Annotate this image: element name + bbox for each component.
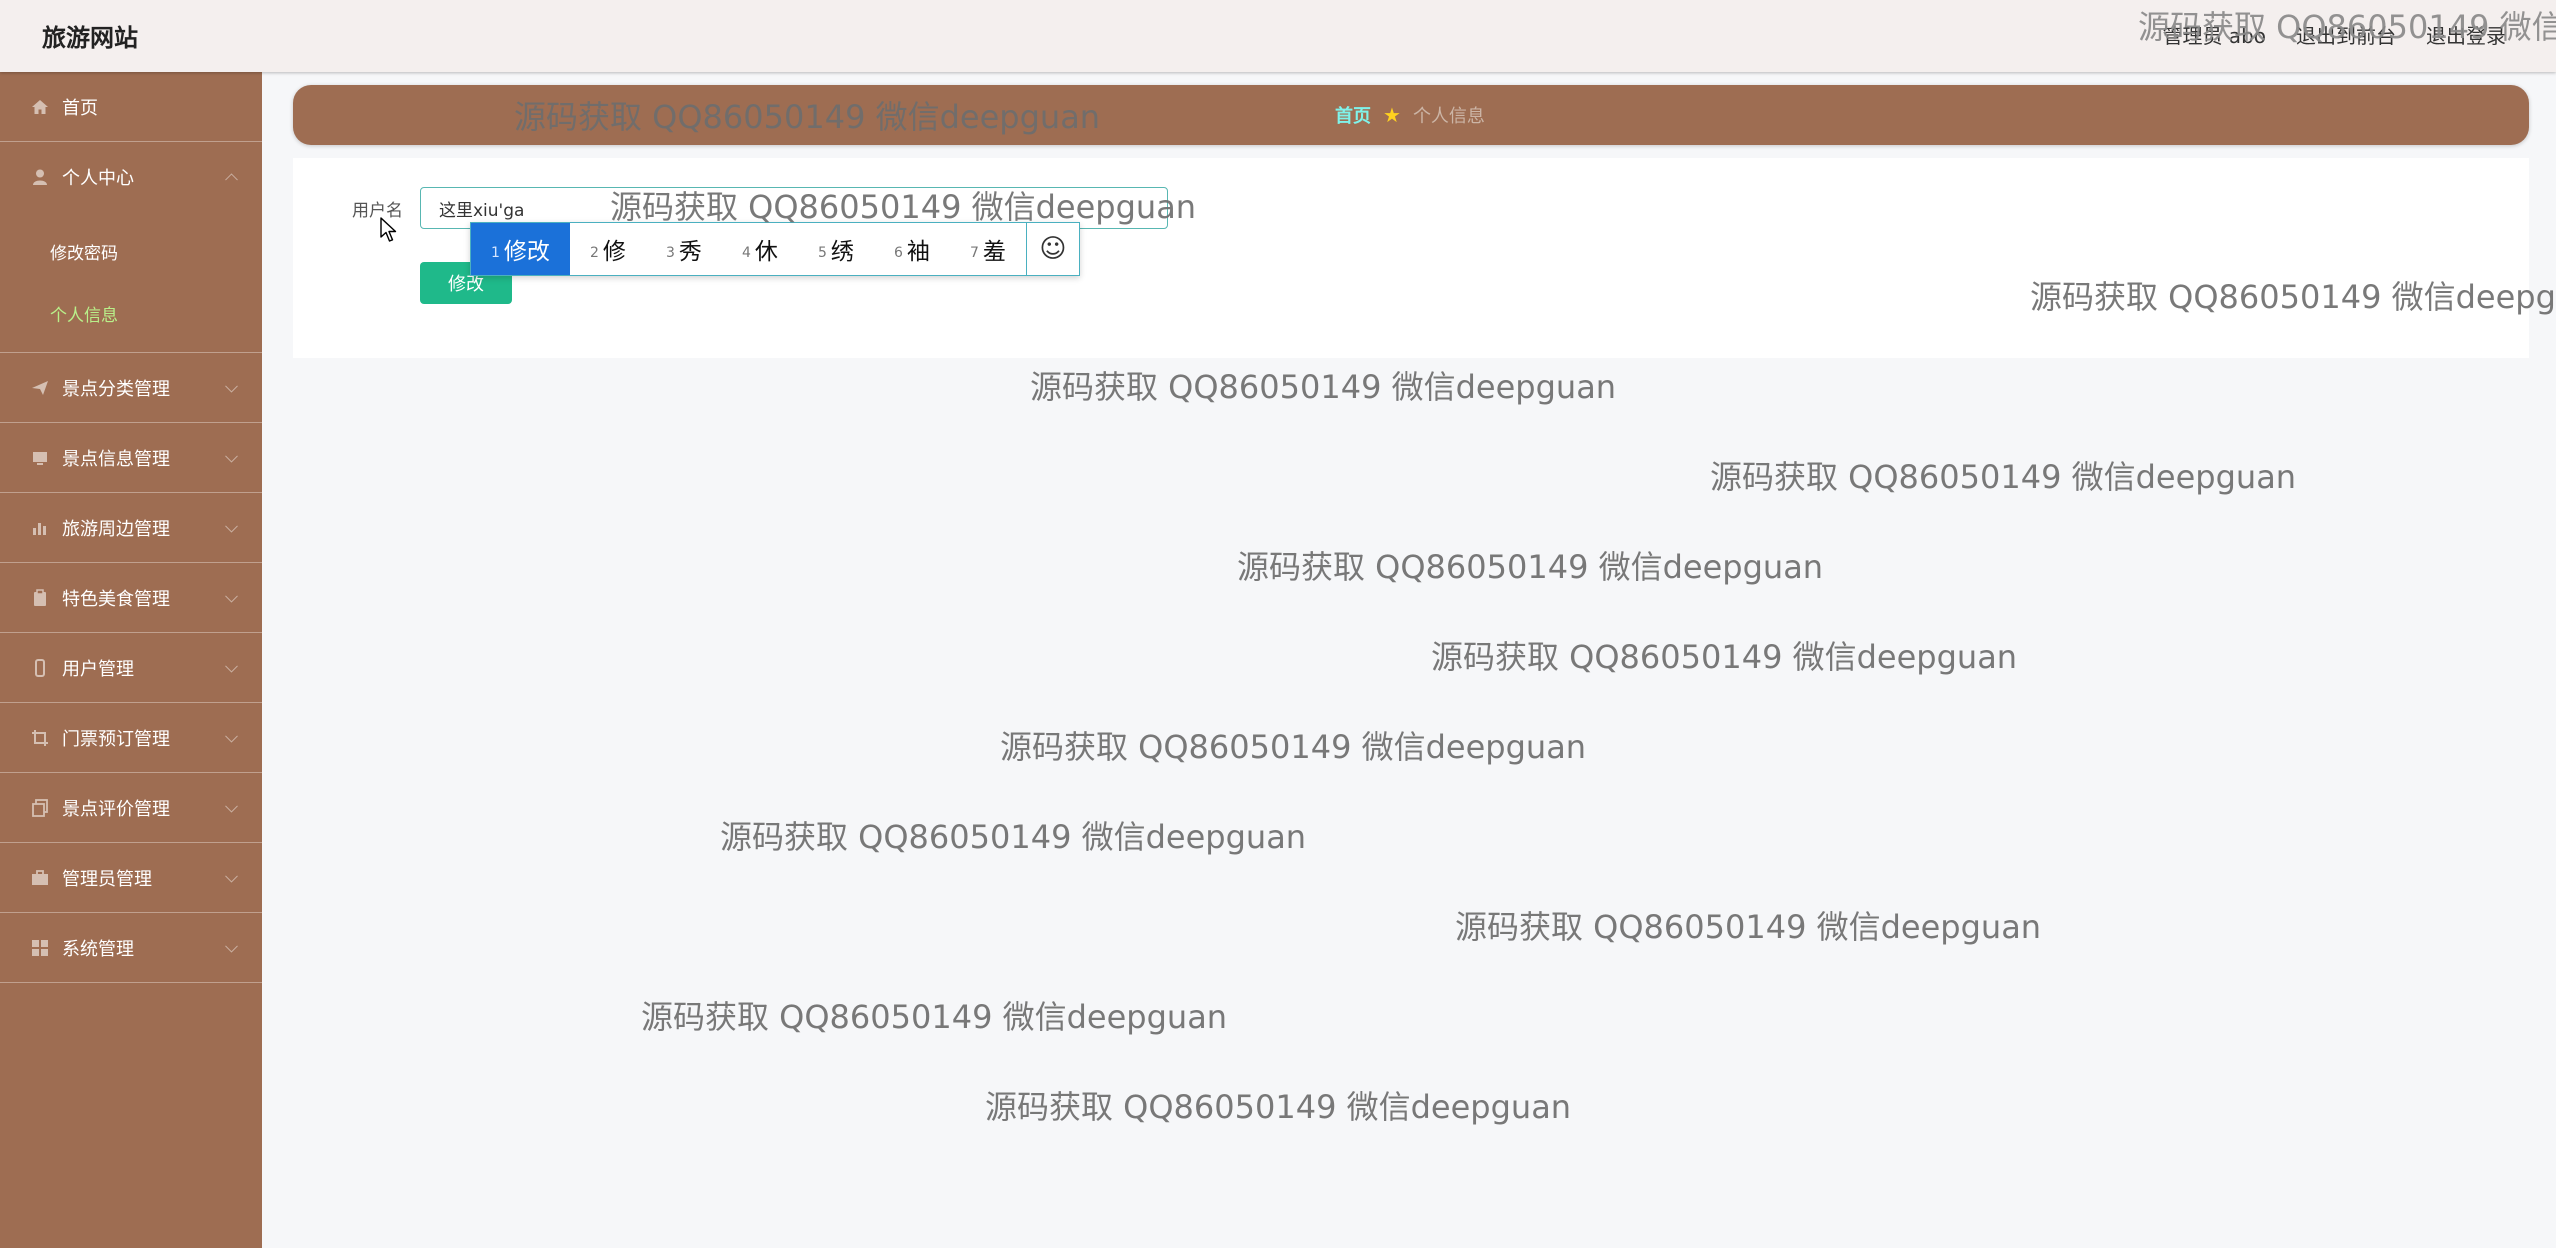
watermark-text: 源码获取 QQ86050149 微信deepguan xyxy=(1455,908,2042,946)
chevron-down-icon xyxy=(225,449,238,463)
chevron-down-icon xyxy=(225,589,238,603)
star-icon: ★ xyxy=(1383,103,1401,127)
ime-candidate[interactable]: 6袖 xyxy=(874,223,950,275)
sidebar-item-label: 景点信息管理 xyxy=(62,448,170,470)
ime-candidate-text: 绣 xyxy=(830,239,854,265)
ime-candidate-text: 修改 xyxy=(503,239,550,265)
sidebar-item-scenic-info[interactable]: 景点信息管理 xyxy=(0,423,262,493)
sidebar-item-special-food[interactable]: 特色美食管理 xyxy=(0,563,262,633)
header-links: 管理员 abo 退出到前台 退出登录 xyxy=(2162,20,2506,49)
breadcrumb-bar: 首页 ★ 个人信息 xyxy=(293,85,2529,145)
breadcrumb-home-link[interactable]: 首页 xyxy=(1335,102,1371,128)
watermark-text: 源码获取 QQ86050149 微信deepguan xyxy=(1710,458,2297,496)
home-icon xyxy=(30,97,50,117)
sidebar-item-label: 旅游周边管理 xyxy=(62,518,170,540)
paper-plane-icon xyxy=(30,378,50,398)
sidebar-item-admin-management[interactable]: 管理员管理 xyxy=(0,843,262,913)
sidebar-item-scenic-category[interactable]: 景点分类管理 xyxy=(0,353,262,423)
chevron-up-icon xyxy=(225,173,238,187)
ime-candidate-index: 4 xyxy=(741,245,751,261)
sidebar-item-system-management[interactable]: 系统管理 xyxy=(0,913,262,983)
ime-candidate-index: 7 xyxy=(969,245,979,261)
to-front-link[interactable]: 退出到前台 xyxy=(2296,20,2396,49)
ime-candidate-popup: 1 修改 2修 3秀 4休 5绣 6袖 7羞 ☺ xyxy=(470,222,1080,276)
chevron-down-icon xyxy=(225,379,238,393)
ime-candidate-index: 3 xyxy=(665,245,675,261)
ime-candidate-text: 羞 xyxy=(982,239,1006,265)
chevron-down-icon xyxy=(225,729,238,743)
logout-link[interactable]: 退出登录 xyxy=(2426,20,2506,49)
user-icon xyxy=(30,167,50,187)
sidebar-item-scenic-review[interactable]: 景点评价管理 xyxy=(0,773,262,843)
ime-candidate-text: 休 xyxy=(754,239,778,265)
chevron-down-icon xyxy=(225,939,238,953)
personal-center-submenu: 修改密码 个人信息 xyxy=(0,212,262,353)
mobile-icon xyxy=(30,658,50,678)
briefcase-icon xyxy=(30,868,50,888)
ime-candidate[interactable]: 4休 xyxy=(722,223,798,275)
grid-icon xyxy=(30,938,50,958)
sidebar-item-change-password[interactable]: 修改密码 xyxy=(0,220,262,282)
watermark-text: 源码获取 QQ86050149 微信deepguan xyxy=(720,818,1307,856)
ime-candidate-text: 袖 xyxy=(906,239,930,265)
sidebar-item-label: 管理员管理 xyxy=(62,868,152,890)
ime-candidate-index: 2 xyxy=(589,245,599,261)
sidebar-item-label: 系统管理 xyxy=(62,938,134,960)
sidebar: 首页 个人中心 修改密码 个人信息 景点分类管理 景点信息管理 旅游周边管理 特… xyxy=(0,72,262,1248)
watermark-text: 源码获取 QQ86050149 微信deepguan xyxy=(1431,638,2018,676)
ime-candidate[interactable]: 3秀 xyxy=(646,223,722,275)
ime-candidate-index: 5 xyxy=(817,245,827,261)
watermark-text: 源码获取 QQ86050149 微信deepguan xyxy=(641,998,1228,1036)
ime-candidate[interactable]: 7羞 xyxy=(950,223,1026,275)
bar-chart-icon xyxy=(30,518,50,538)
top-header: 旅游网站 管理员 abo 退出到前台 退出登录 xyxy=(0,0,2556,72)
sidebar-item-label: 景点分类管理 xyxy=(62,378,170,400)
watermark-text: 源码获取 QQ86050149 微信deepguan xyxy=(1030,368,1617,406)
monitor-icon xyxy=(30,448,50,468)
ime-candidate[interactable]: 5绣 xyxy=(798,223,874,275)
sidebar-item-label: 景点评价管理 xyxy=(62,798,170,820)
chevron-down-icon xyxy=(225,799,238,813)
site-title: 旅游网站 xyxy=(42,24,138,52)
ime-candidate[interactable]: 1 修改 xyxy=(471,223,570,275)
watermark-text: 源码获取 QQ86050149 微信deepguan xyxy=(985,1088,1572,1126)
watermark-text: 源码获取 QQ86050149 微信deepguan xyxy=(1000,728,1587,766)
chevron-down-icon xyxy=(225,869,238,883)
sidebar-item-travel-peripheral[interactable]: 旅游周边管理 xyxy=(0,493,262,563)
ime-candidate-text: 秀 xyxy=(678,239,702,265)
sidebar-item-home[interactable]: 首页 xyxy=(0,72,262,142)
sidebar-item-label: 门票预订管理 xyxy=(62,728,170,750)
copy-icon xyxy=(30,798,50,818)
ime-candidate-text: 修 xyxy=(602,239,626,265)
ime-candidate-index: 6 xyxy=(893,245,903,261)
sidebar-item-ticket-booking[interactable]: 门票预订管理 xyxy=(0,703,262,773)
clipboard-icon xyxy=(30,588,50,608)
chevron-down-icon xyxy=(225,659,238,673)
mouse-cursor-icon xyxy=(380,217,398,247)
admin-user-label: 管理员 abo xyxy=(2162,24,2266,48)
watermark-text: 源码获取 QQ86050149 微信deepguan xyxy=(1237,548,1824,586)
breadcrumb: 首页 ★ 个人信息 xyxy=(1335,102,1485,128)
sidebar-item-personal-center[interactable]: 个人中心 xyxy=(0,142,262,212)
crop-icon xyxy=(30,728,50,748)
sidebar-item-label: 用户管理 xyxy=(62,658,134,680)
sidebar-item-personal-info[interactable]: 个人信息 xyxy=(0,282,262,344)
smiley-icon[interactable]: ☺ xyxy=(1025,223,1079,275)
chevron-down-icon xyxy=(225,519,238,533)
sidebar-item-label: 特色美食管理 xyxy=(62,588,170,610)
sidebar-item-label: 个人中心 xyxy=(62,168,134,189)
sidebar-item-label: 首页 xyxy=(62,97,98,119)
ime-candidate[interactable]: 2修 xyxy=(570,223,646,275)
breadcrumb-current: 个人信息 xyxy=(1412,106,1485,127)
sidebar-item-user-management[interactable]: 用户管理 xyxy=(0,633,262,703)
ime-candidate-index: 1 xyxy=(491,245,500,261)
